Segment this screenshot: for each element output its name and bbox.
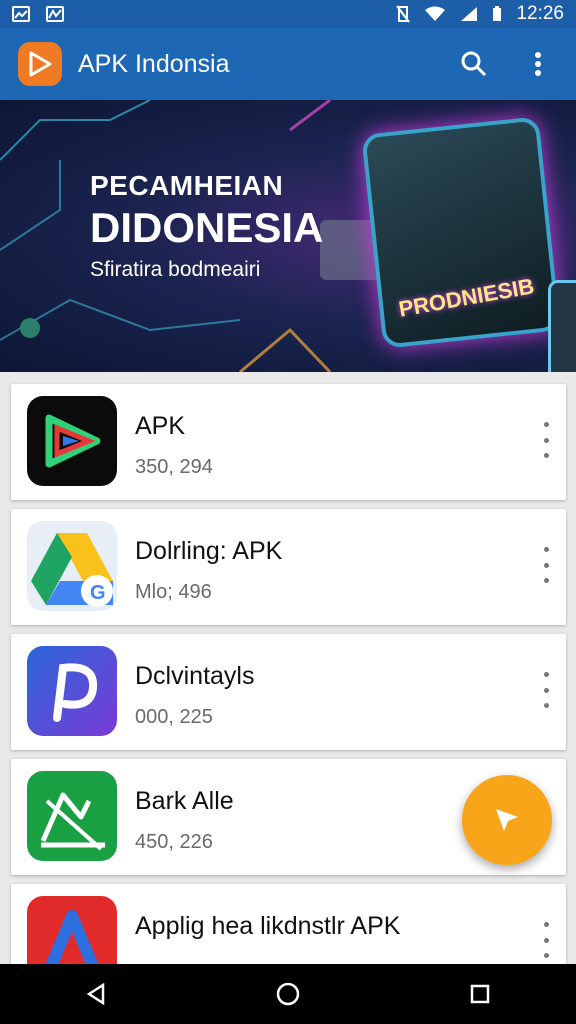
search-icon [461,51,487,77]
app-name: Applig hea likdnstlr APK [135,912,401,940]
back-button[interactable] [76,974,116,1014]
image-notification-icon [12,6,30,22]
app-name: Bark Alle [135,787,234,815]
banner-heading-line2: DIDONESIA [90,204,324,251]
app-name: Dclvintayls [135,662,255,690]
battery-icon [493,6,502,21]
app-meta: Mlo; 496 [135,581,212,603]
p-logo-icon [27,646,117,736]
back-icon [86,983,105,1005]
recents-button[interactable] [460,974,500,1014]
item-more-button[interactable] [536,922,556,958]
status-bar: 12:26 [0,0,576,28]
app-title: APK Indonsia [78,49,230,78]
app-logo [18,42,62,86]
signal-icon [461,7,478,21]
floating-action-button[interactable] [462,775,552,865]
wifi-icon [425,6,446,21]
app-name: APK [135,412,186,440]
vibrate-icon [396,5,411,23]
svg-text:G: G [90,582,106,604]
more-vert-icon [535,52,541,76]
home-icon [276,982,300,1006]
item-more-button[interactable] [536,422,556,458]
item-more-button[interactable] [536,672,556,708]
drive-icon: G [27,521,117,611]
app-meta: 350, 294 [135,456,213,478]
pin-icon [496,809,518,831]
banner-second-device-image [548,280,576,372]
status-time: 12:26 [516,3,564,24]
banner-tablet-image [361,116,561,349]
play-icon [29,51,52,77]
chart-notification-icon [46,6,64,22]
app-meta: 000, 225 [135,706,213,728]
list-item[interactable]: Dclvintayls 000, 225 [11,634,566,750]
promo-banner[interactable]: PECAMHEIAN DIDONESIA Sfiratira bodmeairi… [0,100,576,372]
banner-heading-line1: PECAMHEIAN [90,170,284,201]
play-logo-icon [27,396,117,486]
item-more-button[interactable] [536,547,556,583]
recents-icon [470,984,490,1004]
app-meta: 450, 226 [135,831,213,853]
banner-subtitle: Sfiratira bodmeairi [90,258,261,281]
hand-chart-icon [27,771,117,861]
overflow-menu-button[interactable] [518,44,558,84]
list-item[interactable]: APK 350, 294 [11,384,566,500]
app-bar: APK Indonsia [0,28,576,100]
system-nav-bar [0,964,576,1024]
search-button[interactable] [454,44,494,84]
app-name: Dolrling: APK [135,537,283,565]
home-button[interactable] [268,974,308,1014]
list-item[interactable]: G Dolrling: APK Mlo; 496 [11,509,566,625]
